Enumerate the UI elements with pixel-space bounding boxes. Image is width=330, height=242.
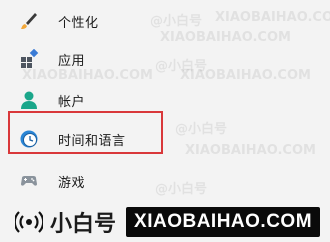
sidebar-item-label: 个性化: [58, 15, 99, 31]
sidebar-item-gaming[interactable]: 游戏: [18, 165, 318, 197]
sidebar-item-accounts[interactable]: 帐户: [18, 84, 318, 116]
person-icon: [18, 89, 40, 111]
settings-sidebar: @小白号 XIAOBAIHAO.COM XIAOBAIHAO.COM @小白号 …: [0, 0, 330, 242]
sidebar-item-label: 游戏: [58, 175, 86, 191]
sidebar-item-label: 时间和语言: [58, 133, 126, 149]
gamepad-icon: [18, 170, 40, 192]
brush-icon: [18, 10, 40, 32]
apps-icon: [18, 48, 40, 70]
broadcast-logo-icon: [14, 207, 44, 237]
sidebar-item-apps[interactable]: 应用: [18, 43, 318, 75]
brand-name: 小白号: [50, 212, 117, 237]
sidebar-item-time-language[interactable]: 时间和语言: [18, 123, 318, 155]
sidebar-item-personalization[interactable]: 个性化: [18, 5, 318, 37]
clock-globe-icon: [18, 128, 40, 150]
brand-watermark-bar: 小白号 XIAOBAIHAO.COM: [14, 202, 330, 242]
sidebar-item-label: 应用: [58, 53, 86, 69]
sidebar-item-label: 帐户: [58, 94, 86, 110]
brand-url: XIAOBAIHAO.COM: [126, 207, 321, 237]
